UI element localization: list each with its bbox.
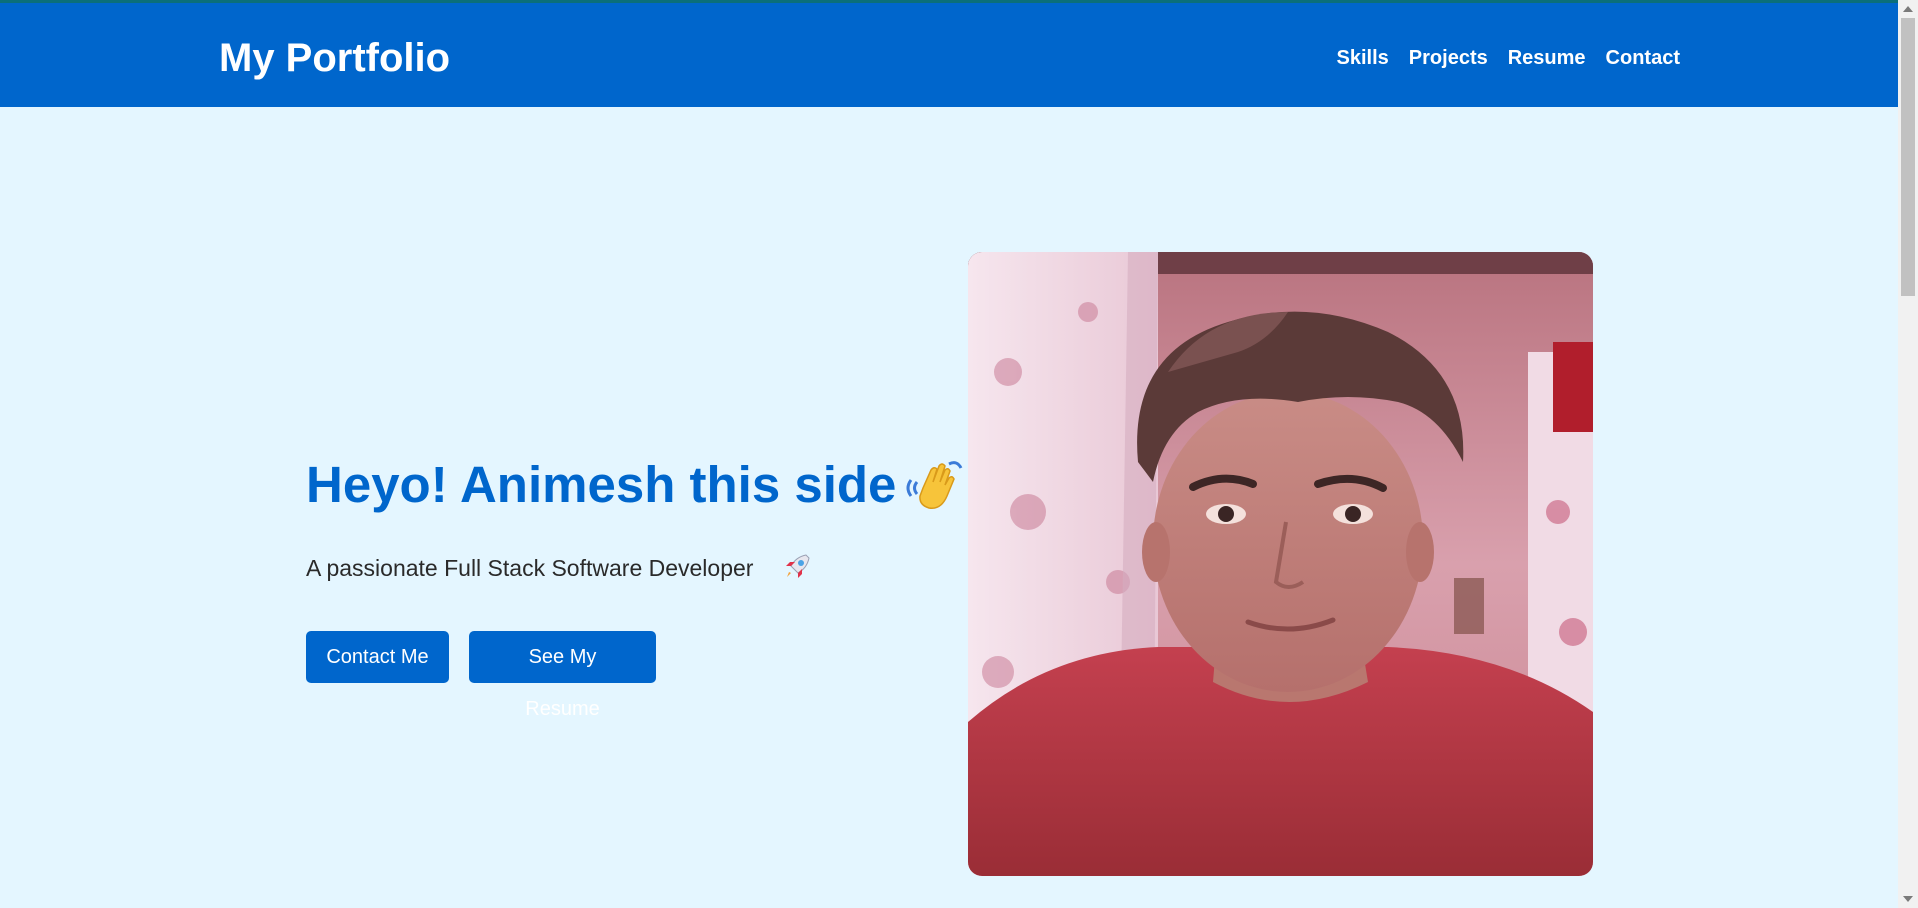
scroll-up-arrow-icon[interactable] — [1903, 6, 1913, 12]
nav-link-skills[interactable]: Skills — [1337, 44, 1389, 72]
vertical-scrollbar[interactable] — [1898, 0, 1918, 908]
see-resume-button[interactable]: See My Resume — [469, 631, 656, 720]
profile-photo — [968, 252, 1593, 876]
nav-link-resume[interactable]: Resume — [1508, 44, 1586, 72]
hero-title: Heyo! Animesh this side — [306, 456, 897, 513]
hero-subtitle: A passionate Full Stack Software Develop… — [306, 555, 754, 581]
waving-hand-icon — [903, 458, 965, 514]
brand-title[interactable]: My Portfolio — [219, 34, 450, 82]
nav-link-projects[interactable]: Projects — [1409, 44, 1488, 72]
nav-link-contact[interactable]: Contact — [1606, 44, 1680, 72]
navbar: My Portfolio Skills Projects Resume Cont… — [0, 3, 1898, 107]
nav-links: Skills Projects Resume Contact — [1337, 44, 1680, 72]
contact-me-button[interactable]: Contact Me — [306, 631, 449, 683]
scrollbar-thumb[interactable] — [1901, 18, 1915, 296]
scroll-down-arrow-icon[interactable] — [1903, 896, 1913, 902]
rocket-icon — [782, 552, 812, 582]
